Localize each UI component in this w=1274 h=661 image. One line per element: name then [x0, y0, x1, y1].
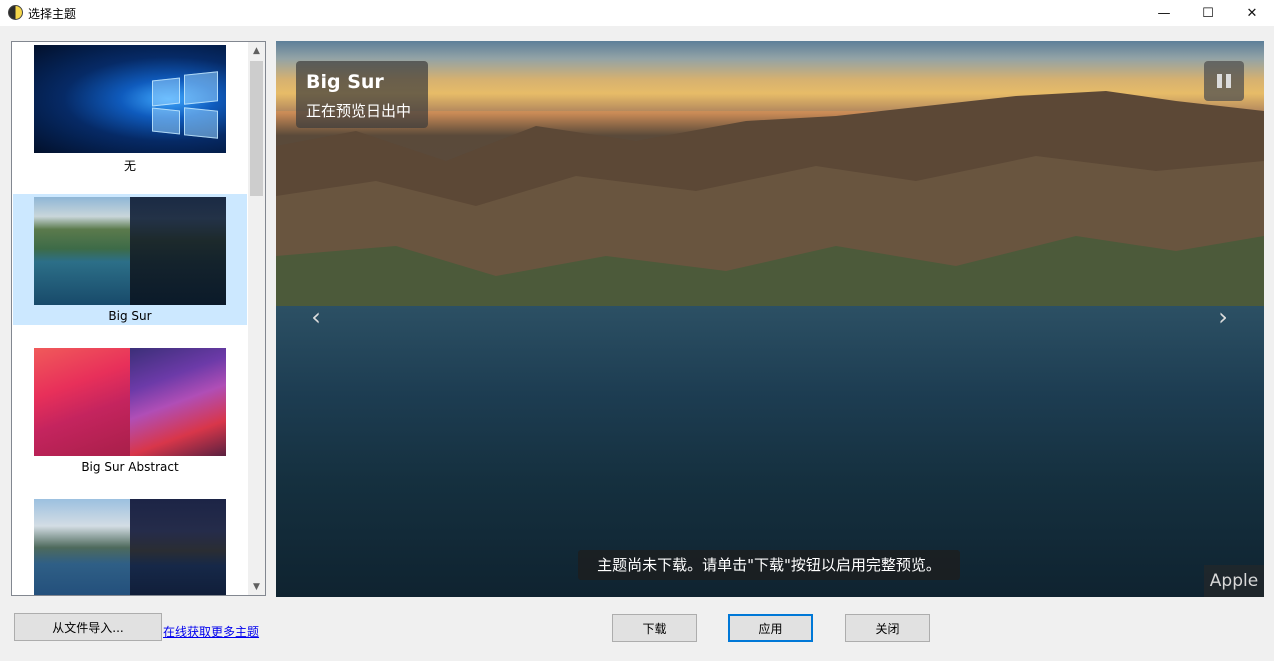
theme-label: 无: [123, 159, 136, 173]
theme-thumbnail: [34, 45, 226, 153]
theme-list-scrollbar[interactable]: ▲ ▼: [248, 42, 265, 595]
preview-theme-name: Big Sur: [306, 71, 384, 93]
apply-button[interactable]: 应用: [728, 614, 813, 642]
close-button[interactable]: 关闭: [845, 614, 930, 642]
import-from-file-button[interactable]: 从文件导入...: [14, 613, 162, 641]
scroll-up-icon[interactable]: ▲: [248, 42, 265, 59]
pause-icon: [1217, 74, 1222, 88]
preview-status: 正在预览日出中: [306, 102, 412, 120]
theme-thumbnail: [34, 499, 226, 595]
preview-caption: 主题尚未下载。请单击"下载"按钮以启用完整预览。: [578, 550, 960, 580]
title-bar: 选择主题 — ☐ ✕: [0, 0, 1274, 26]
theme-item-big-sur-abstract[interactable]: Big Sur Abstract: [13, 345, 247, 476]
maximize-button[interactable]: ☐: [1185, 0, 1231, 26]
get-more-themes-link[interactable]: 在线获取更多主题: [163, 623, 259, 640]
theme-item-catalina[interactable]: [13, 496, 247, 595]
scroll-down-icon[interactable]: ▼: [248, 578, 265, 595]
previous-arrow-icon[interactable]: ‹: [304, 303, 328, 333]
app-icon: [8, 5, 23, 20]
theme-item-big-sur[interactable]: Big Sur: [13, 194, 247, 325]
download-button[interactable]: 下载: [612, 614, 697, 642]
theme-label: Big Sur: [108, 309, 152, 323]
image-credit: Apple: [1204, 565, 1264, 597]
theme-thumbnail: [34, 197, 226, 305]
theme-list[interactable]: 无 Big Sur Big Sur Abstract ▲ ▼: [11, 41, 266, 596]
scrollbar-thumb[interactable]: [250, 61, 263, 196]
minimize-button[interactable]: —: [1141, 0, 1187, 26]
preview-info-box: Big Sur 正在预览日出中: [296, 61, 428, 128]
theme-item-none[interactable]: 无: [13, 42, 247, 173]
theme-preview: Big Sur 正在预览日出中 ‹ › 主题尚未下载。请单击"下载"按钮以启用完…: [276, 41, 1264, 597]
pause-button[interactable]: [1204, 61, 1244, 101]
window-title: 选择主题: [28, 7, 77, 21]
theme-thumbnail: [34, 348, 226, 456]
next-arrow-icon[interactable]: ›: [1211, 303, 1235, 333]
theme-label: Big Sur Abstract: [81, 460, 179, 474]
close-window-button[interactable]: ✕: [1229, 0, 1274, 26]
